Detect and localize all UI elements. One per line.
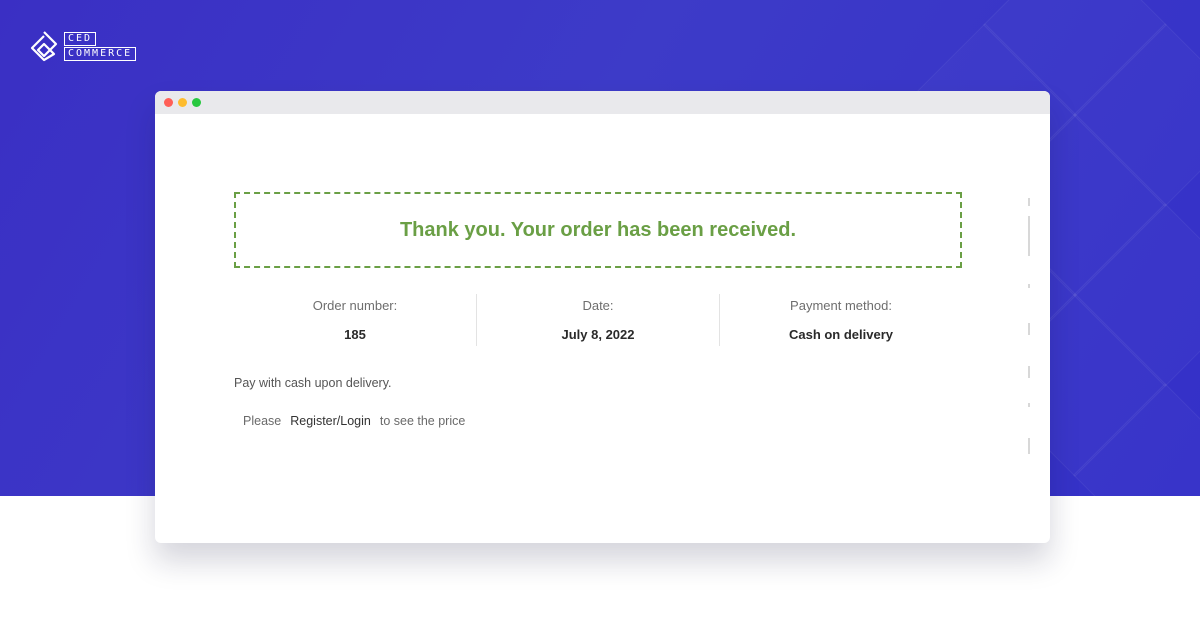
register-login-link[interactable]: Register/Login [290,414,371,428]
payment-method-detail: Payment method: Cash on delivery [720,294,962,346]
payment-method-label: Payment method: [790,298,892,313]
maximize-window-icon[interactable] [192,98,201,107]
order-date-value: July 8, 2022 [561,327,635,342]
payment-note: Pay with cash upon delivery. [234,376,392,390]
price-note-suffix: to see the price [379,414,466,428]
order-received-notice: Thank you. Your order has been received. [234,192,962,268]
order-date-detail: Date: July 8, 2022 [477,294,720,346]
order-number-detail: Order number: 185 [234,294,477,346]
logo-mark-icon [30,31,58,62]
browser-window: Thank you. Your order has been received.… [155,91,1050,543]
order-details: Order number: 185 Date: July 8, 2022 Pay… [234,294,962,346]
logo-wordmark: CED COMMERCE [64,31,137,61]
offscreen-column-edge [1028,198,1031,458]
close-window-icon[interactable] [164,98,173,107]
brand-logo[interactable]: CED COMMERCE [30,30,137,62]
order-date-label: Date: [582,298,614,313]
order-number-label: Order number: [312,298,398,313]
payment-method-value: Cash on delivery [788,327,894,342]
logo-line-2: COMMERCE [64,46,137,61]
logo-line-1: CED [64,31,97,46]
window-titlebar [155,91,1050,114]
order-number-value: 185 [344,327,366,342]
order-received-text: Thank you. Your order has been received. [399,218,797,241]
price-note-prefix: Please [243,414,282,428]
minimize-window-icon[interactable] [178,98,187,107]
price-login-note: Please Register/Login to see the price [243,414,465,428]
